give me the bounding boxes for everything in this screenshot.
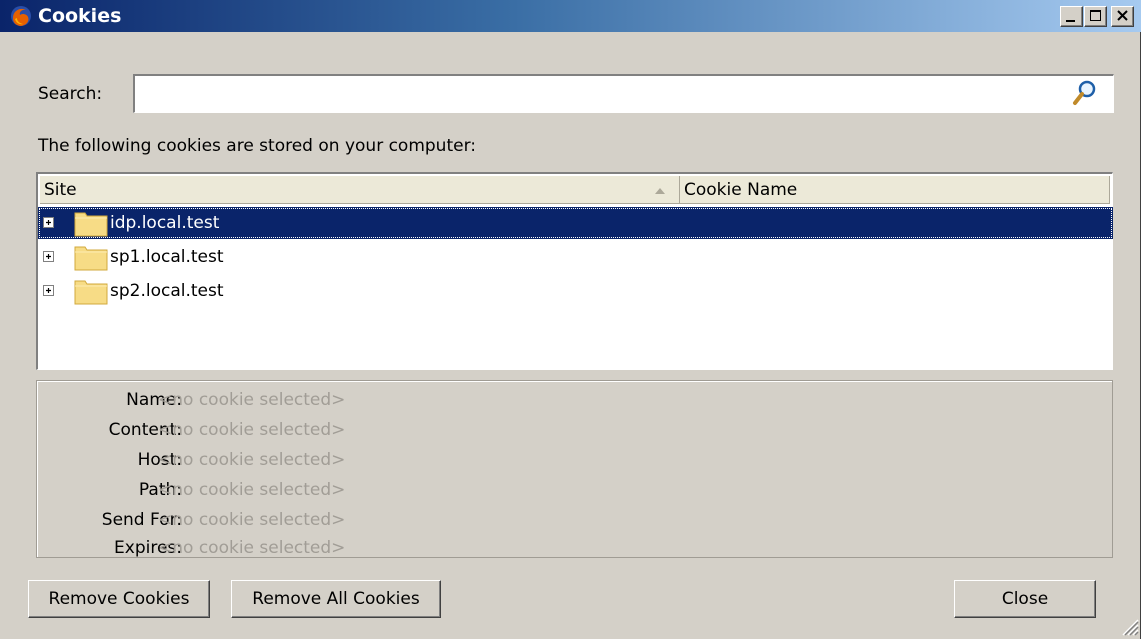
remove-all-cookies-button[interactable]: Remove All Cookies bbox=[231, 580, 441, 618]
plus-box-icon[interactable] bbox=[43, 285, 54, 296]
tree-row[interactable]: sp1.local.test bbox=[38, 241, 1113, 273]
column-header-site[interactable]: Site bbox=[40, 176, 680, 204]
search-label: Search: bbox=[38, 84, 103, 104]
tree-row[interactable]: idp.local.test bbox=[38, 207, 1113, 239]
detail-value: <no cookie selected> bbox=[158, 420, 346, 440]
detail-row-host: Host: <no cookie selected> bbox=[37, 447, 1112, 473]
tree-row-label: idp.local.test bbox=[110, 213, 220, 233]
folder-icon bbox=[74, 280, 108, 305]
intro-text: The following cookies are stored on your… bbox=[38, 136, 476, 156]
sort-ascending-icon bbox=[655, 188, 665, 194]
minimize-icon bbox=[1066, 20, 1075, 22]
column-header-label: Site bbox=[44, 180, 77, 200]
column-header-label: Cookie Name bbox=[684, 180, 798, 200]
remove-cookies-button[interactable]: Remove Cookies bbox=[28, 580, 210, 618]
resize-grip-icon[interactable] bbox=[1117, 614, 1139, 636]
detail-row-path: Path: <no cookie selected> bbox=[37, 477, 1112, 503]
tree-row-label: sp2.local.test bbox=[110, 281, 224, 301]
detail-value: <no cookie selected> bbox=[158, 510, 346, 530]
window-title: Cookies bbox=[38, 5, 122, 27]
firefox-icon bbox=[11, 6, 31, 26]
close-icon bbox=[1117, 10, 1128, 21]
folder-icon bbox=[74, 212, 108, 237]
cookies-window: Cookies Search: The following cookies ar… bbox=[0, 0, 1141, 639]
cookie-tree[interactable]: Site Cookie Name idp.local.test sp1.loca… bbox=[36, 172, 1113, 370]
detail-value: <no cookie selected> bbox=[158, 390, 346, 410]
detail-value: <no cookie selected> bbox=[158, 538, 346, 558]
detail-row-send-for: Send For: <no cookie selected> bbox=[37, 507, 1112, 533]
tree-row-label: sp1.local.test bbox=[110, 247, 224, 267]
plus-box-icon[interactable] bbox=[43, 217, 54, 228]
maximize-button[interactable] bbox=[1084, 6, 1107, 27]
title-bar[interactable]: Cookies bbox=[0, 0, 1141, 32]
detail-value: <no cookie selected> bbox=[158, 450, 346, 470]
plus-box-icon[interactable] bbox=[43, 251, 54, 262]
close-window-button[interactable] bbox=[1111, 6, 1134, 27]
tree-row[interactable]: sp2.local.test bbox=[38, 275, 1113, 307]
search-box[interactable] bbox=[133, 74, 1114, 113]
magnifier-icon[interactable] bbox=[1068, 77, 1100, 109]
detail-row-name: Name: <no cookie selected> bbox=[37, 387, 1112, 413]
column-header-cookie-name[interactable]: Cookie Name bbox=[680, 176, 1110, 204]
folder-icon bbox=[74, 246, 108, 271]
detail-value: <no cookie selected> bbox=[158, 480, 346, 500]
search-input[interactable] bbox=[139, 80, 1063, 110]
minimize-button[interactable] bbox=[1060, 6, 1083, 27]
detail-row-expires: Expires: <no cookie selected> bbox=[37, 535, 1112, 561]
detail-row-content: Content: <no cookie selected> bbox=[37, 417, 1112, 443]
maximize-icon bbox=[1090, 10, 1101, 21]
close-button[interactable]: Close bbox=[954, 580, 1096, 618]
cookie-details-panel: Name: <no cookie selected> Content: <no … bbox=[36, 380, 1113, 558]
